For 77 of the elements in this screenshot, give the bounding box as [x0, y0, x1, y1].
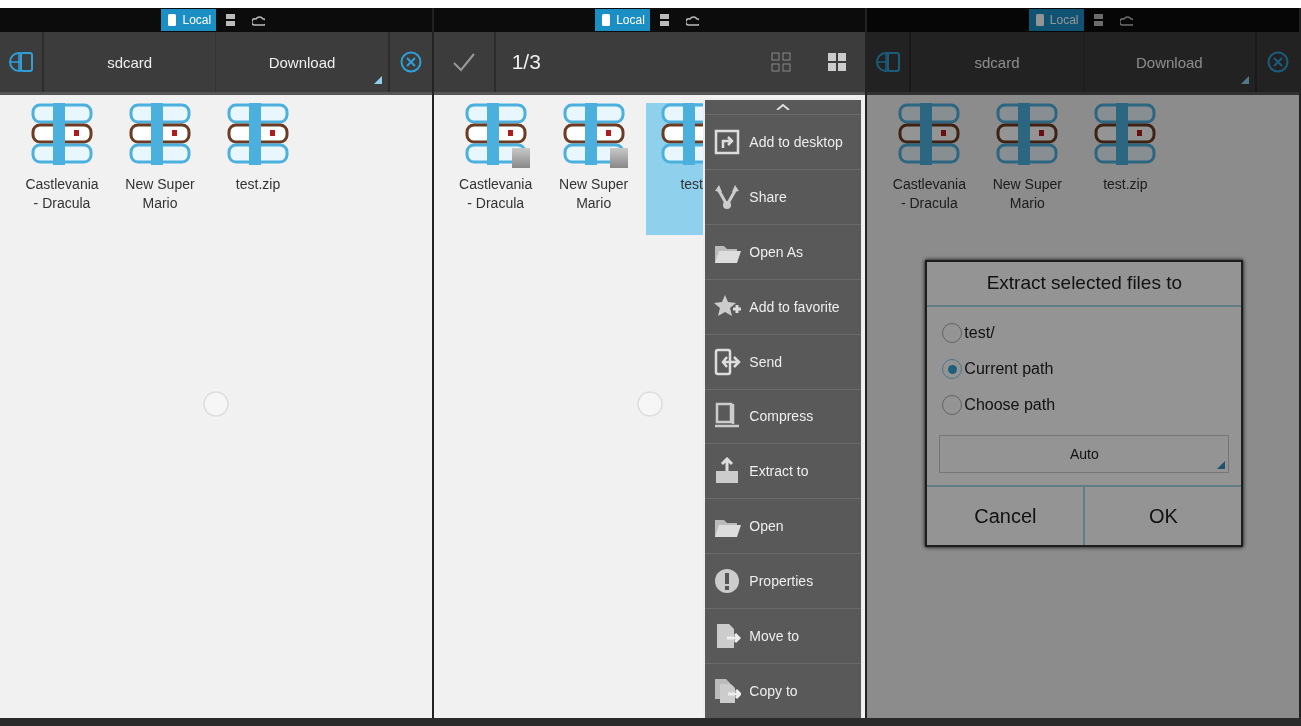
radio-button[interactable]	[942, 323, 963, 343]
file-name: New Super Mario	[558, 175, 630, 213]
cloud-icon	[1119, 13, 1133, 27]
menu-item[interactable]: Extract to	[705, 444, 862, 500]
shortcut-icon	[713, 127, 742, 156]
book-stack-icon	[227, 103, 289, 165]
close-icon	[399, 51, 422, 73]
file-tile[interactable]: Castlevania - Dracula	[449, 103, 542, 235]
menu-item[interactable]: Open	[705, 499, 862, 555]
check-icon	[451, 52, 476, 72]
cancel-button[interactable]: Cancel	[927, 487, 1084, 545]
menu-item[interactable]: Properties	[705, 554, 862, 610]
menu-item[interactable]: Add to desktop	[705, 115, 862, 170]
ok-button[interactable]: OK	[1083, 487, 1242, 545]
globe-phone-icon	[8, 49, 34, 75]
chevron-up-icon	[776, 104, 791, 110]
path-segment[interactable]: sdcard	[911, 32, 1083, 92]
corner-triangle-icon	[373, 76, 382, 84]
storage-tab[interactable]: Local	[595, 9, 650, 31]
cloud-icon	[685, 13, 699, 27]
file-name: Castlevania - Dracula	[25, 175, 99, 213]
menu-item[interactable]: Compress	[705, 389, 862, 445]
circle-icon	[201, 390, 230, 418]
book-stack-icon	[898, 103, 961, 165]
option-label: Current path	[964, 360, 1054, 378]
file-name: test.zip	[1102, 175, 1149, 194]
send-icon	[713, 347, 742, 376]
path-segment[interactable]: Download	[1082, 32, 1256, 92]
empty-grid-icon	[771, 52, 792, 72]
radio-button[interactable]	[942, 395, 963, 415]
selection-count: 1/3	[510, 49, 542, 75]
file-tile[interactable]: New Super Mario	[547, 103, 640, 235]
path-segment[interactable]: sdcard	[44, 32, 216, 92]
corner-triangle-icon	[1217, 461, 1226, 469]
menu-item[interactable]: Add to favorite	[705, 279, 862, 335]
storage-tab[interactable]: Local	[161, 9, 217, 31]
dropdown[interactable]: Auto	[939, 435, 1230, 473]
menu-item[interactable]: Send	[705, 334, 862, 390]
globe-phone-icon	[875, 49, 902, 75]
file-name: New Super Mario	[124, 175, 196, 213]
menu-item[interactable]: Share	[705, 169, 862, 225]
book-stack-icon	[1094, 103, 1157, 165]
circle-icon	[635, 390, 664, 418]
menu-item[interactable]: Move to	[705, 609, 862, 665]
checkbox-icon	[609, 148, 628, 168]
phone-icon	[1033, 13, 1047, 27]
book-stack-icon	[129, 103, 191, 165]
file-tile[interactable]: New Super Mario	[981, 103, 1074, 235]
book-stack-icon	[996, 103, 1059, 165]
file-tile[interactable]: Castlevania - Dracula	[883, 103, 976, 235]
corner-triangle-icon	[1241, 76, 1250, 84]
menu-item[interactable]: Copy to	[705, 664, 862, 718]
file-name: New Super Mario	[991, 175, 1063, 213]
server-icon	[658, 13, 672, 27]
close-icon	[1267, 51, 1290, 73]
server-icon	[1092, 13, 1106, 27]
file-name: Castlevania - Dracula	[458, 175, 533, 213]
file-name: test.zip	[234, 175, 282, 194]
file-name: Castlevania - Dracula	[892, 175, 967, 213]
file-tile[interactable]: test.zip	[212, 103, 304, 235]
radio-button[interactable]	[942, 359, 963, 379]
book-stack-icon	[464, 103, 527, 165]
file-tile[interactable]: Castlevania - Dracula	[16, 103, 108, 235]
file-tile[interactable]: test.zip	[1079, 103, 1172, 235]
copy-icon	[713, 677, 742, 705]
checkbox-icon	[511, 148, 530, 168]
path-segment[interactable]: Download	[215, 32, 388, 92]
book-stack-icon	[31, 103, 93, 165]
menu-item[interactable]: Open As	[705, 224, 862, 280]
cloud-icon	[252, 13, 266, 27]
file-name: test	[679, 175, 704, 194]
book-stack-icon	[562, 103, 625, 165]
option-label: Choose path	[964, 396, 1056, 414]
dialog-title: Extract selected files to	[927, 262, 1242, 307]
checked-grid-icon	[827, 52, 848, 72]
file-tile[interactable]: New Super Mario	[114, 103, 206, 235]
option-label: test/	[964, 324, 995, 342]
